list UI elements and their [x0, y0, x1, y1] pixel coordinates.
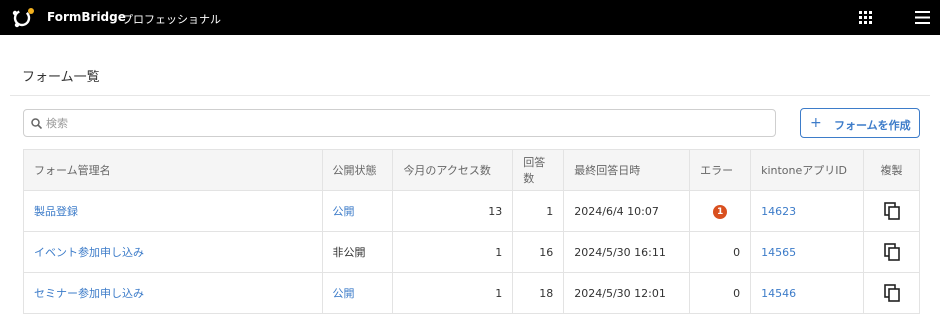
- error-count: 0: [689, 231, 752, 273]
- access-count: 1: [392, 231, 514, 273]
- error-count: 0: [689, 272, 752, 314]
- copy-icon[interactable]: [883, 284, 900, 302]
- forms-table: フォーム管理名 公開状態 今月のアクセス数 回答数 最終回答日時 エラー kin…: [23, 149, 920, 314]
- column-header-last-answer[interactable]: 最終回答日時: [563, 149, 691, 191]
- column-header-status[interactable]: 公開状態: [321, 149, 394, 191]
- search-icon: [31, 118, 42, 129]
- search-input[interactable]: [46, 110, 771, 136]
- form-name-link[interactable]: 製品登録: [34, 205, 78, 218]
- copy-icon[interactable]: [883, 202, 900, 220]
- table-header-row: フォーム管理名 公開状態 今月のアクセス数 回答数 最終回答日時 エラー kin…: [23, 149, 920, 191]
- kintone-app-id-link[interactable]: 14623: [761, 205, 796, 218]
- create-form-button[interactable]: + フォームを作成: [800, 108, 920, 138]
- last-answer-time: 2024/6/4 10:07: [563, 190, 691, 232]
- search-box[interactable]: [23, 109, 776, 137]
- kintone-app-id-link[interactable]: 14546: [761, 287, 796, 300]
- edition-label: プロフェッショナル: [122, 13, 221, 26]
- column-header-access[interactable]: 今月のアクセス数: [392, 149, 514, 191]
- create-form-label: フォームを作成: [834, 119, 911, 132]
- answer-count: 18: [512, 272, 565, 314]
- status-text[interactable]: 非公開: [333, 246, 366, 259]
- formbridge-logo-icon[interactable]: [11, 6, 35, 30]
- page-title: フォーム一覧: [22, 70, 100, 85]
- answer-count: 16: [512, 231, 565, 273]
- column-header-answers[interactable]: 回答数: [512, 149, 565, 191]
- status-link[interactable]: 公開: [333, 205, 355, 218]
- table-row: イベント参加申し込み 非公開 1 16 2024/5/30 16:11 0 14…: [23, 231, 920, 273]
- top-navigation-bar: FormBridge プロフェッショナル: [0, 0, 940, 35]
- access-count: 1: [392, 272, 514, 314]
- error-badge[interactable]: 1: [713, 204, 728, 219]
- last-answer-time: 2024/5/30 16:11: [563, 231, 691, 273]
- brand-name[interactable]: FormBridge: [47, 10, 126, 24]
- table-row: セミナー参加申し込み 公開 1 18 2024/5/30 12:01 0 145…: [23, 272, 920, 314]
- form-name-link[interactable]: セミナー参加申し込み: [34, 287, 144, 300]
- column-header-kintone-app-id[interactable]: kintoneアプリID: [750, 149, 864, 191]
- plus-icon: +: [810, 115, 822, 131]
- copy-icon[interactable]: [883, 243, 900, 261]
- column-header-errors[interactable]: エラー: [689, 149, 752, 191]
- access-count: 13: [392, 190, 514, 232]
- grid-icon[interactable]: [859, 11, 872, 24]
- divider: [10, 95, 930, 96]
- answer-count: 1: [512, 190, 565, 232]
- hamburger-menu-icon[interactable]: [915, 11, 930, 24]
- kintone-app-id-link[interactable]: 14565: [761, 246, 796, 259]
- table-row: 製品登録 公開 13 1 2024/6/4 10:07 1 14623: [23, 190, 920, 232]
- column-header-form-name[interactable]: フォーム管理名: [23, 149, 323, 191]
- column-header-duplicate: 複製: [863, 149, 920, 191]
- form-name-link[interactable]: イベント参加申し込み: [34, 246, 144, 259]
- status-link[interactable]: 公開: [333, 287, 355, 300]
- last-answer-time: 2024/5/30 12:01: [563, 272, 691, 314]
